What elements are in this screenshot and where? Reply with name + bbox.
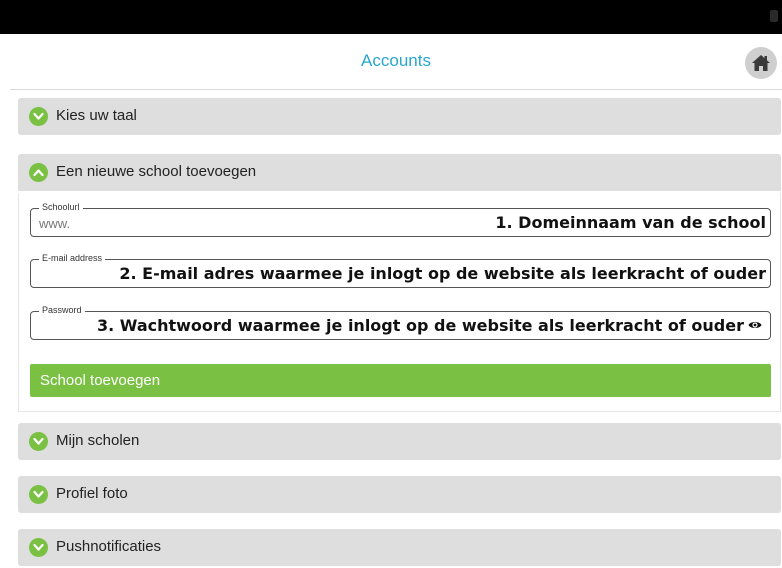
email-annotation: 2. E-mail adres waarmee je inlogt op de … [119, 264, 766, 283]
section-label: Kies uw taal [56, 107, 137, 124]
section-label: Pushnotificaties [56, 538, 162, 555]
chevron-down-icon [29, 538, 48, 557]
password-annotation: 3. Wachtwoord waarmee je inlogt op de we… [96, 316, 744, 335]
section-label: Een nieuwe school toevoegen [56, 163, 257, 180]
section-push-notifications[interactable]: Pushnotificaties [18, 529, 781, 566]
status-bar [0, 0, 782, 34]
home-button[interactable] [745, 47, 777, 79]
section-label: Profiel foto [56, 485, 128, 502]
add-school-button-label: School toevoegen [40, 372, 161, 389]
schoolurl-legend: Schoolurl [39, 202, 83, 213]
schoolurl-field[interactable]: Schoolurl www. 1. Domeinnaam van de scho… [30, 202, 771, 237]
app-window: Accounts Kies uw taal Een nieuwe school … [10, 34, 782, 568]
email-field[interactable]: E-mail address 2. E-mail adres waarmee j… [30, 253, 771, 288]
section-my-schools[interactable]: Mijn scholen [18, 423, 781, 460]
chevron-up-icon [29, 163, 48, 182]
section-add-school[interactable]: Een nieuwe school toevoegen [18, 154, 781, 191]
chevron-down-icon [29, 107, 48, 126]
add-school-button[interactable]: School toevoegen [30, 364, 771, 397]
eye-icon[interactable] [748, 320, 762, 330]
page-title: Accounts [361, 51, 431, 70]
home-icon [752, 55, 770, 71]
schoolurl-value: www. [39, 216, 71, 231]
chevron-down-icon [29, 485, 48, 504]
status-indicator [770, 10, 778, 22]
section-language[interactable]: Kies uw taal [18, 98, 781, 135]
add-school-panel: Schoolurl www. 1. Domeinnaam van de scho… [18, 193, 781, 412]
section-profile-photo[interactable]: Profiel foto [18, 476, 781, 513]
email-legend: E-mail address [39, 253, 106, 264]
password-field[interactable]: Password 3. Wachtwoord waarmee je inlogt… [30, 305, 771, 340]
schoolurl-annotation: 1. Domeinnaam van de school [495, 213, 766, 232]
password-legend: Password [39, 305, 85, 316]
chevron-down-icon [29, 432, 48, 451]
section-label: Mijn scholen [56, 432, 140, 449]
header: Accounts [10, 34, 782, 90]
